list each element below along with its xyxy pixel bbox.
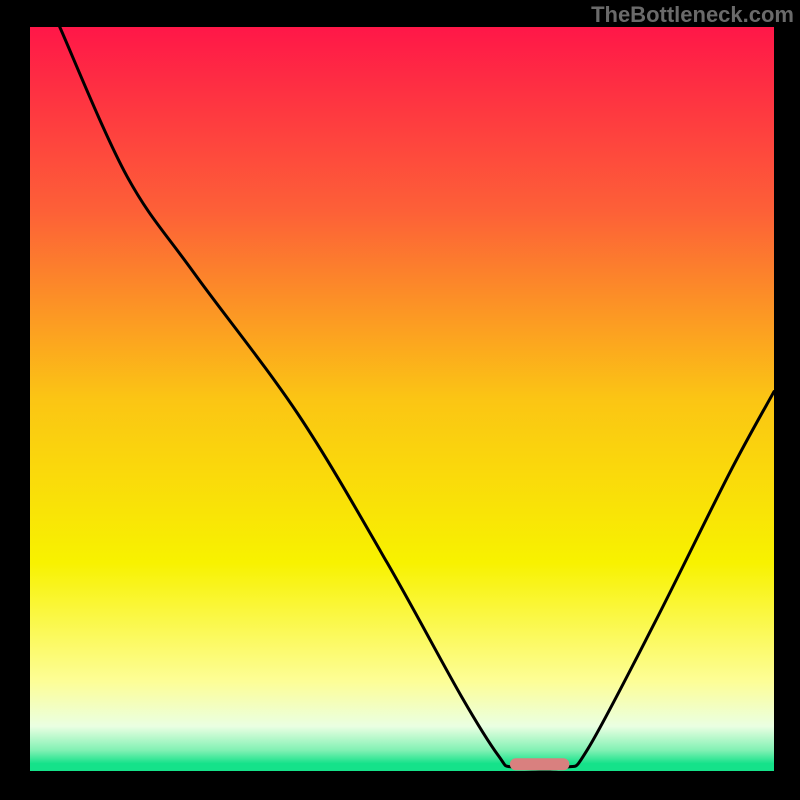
chart-container: TheBottleneck.com	[0, 0, 800, 800]
attribution-label: TheBottleneck.com	[591, 2, 794, 28]
optimum-indicator	[510, 758, 570, 770]
plot-background	[30, 27, 774, 771]
bottleneck-chart	[0, 0, 800, 800]
